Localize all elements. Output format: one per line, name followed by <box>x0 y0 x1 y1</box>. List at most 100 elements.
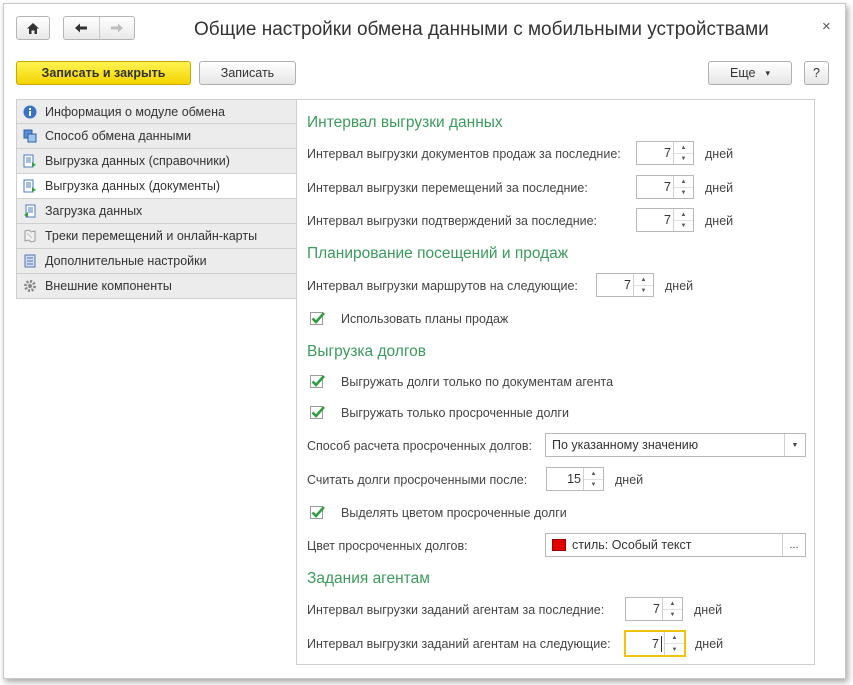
spin-buttons: ▲ ▼ <box>673 142 693 164</box>
sidebar-item-additional-settings[interactable]: Дополнительные настройки <box>16 249 297 274</box>
spin-down-icon[interactable]: ▼ <box>674 187 693 198</box>
gear-icon <box>23 279 37 293</box>
home-button[interactable] <box>16 16 50 40</box>
overdue-after-label: Считать долги просроченными после: <box>307 473 528 487</box>
close-icon[interactable]: × <box>822 18 831 35</box>
history-nav-group <box>63 16 135 40</box>
help-button[interactable]: ? <box>804 61 829 85</box>
sidebar-item-label: Выгрузка данных (справочники) <box>45 154 230 168</box>
routes-interval-label: Интервал выгрузки маршрутов на следующие… <box>307 279 578 293</box>
spin-down-icon[interactable]: ▼ <box>584 479 603 490</box>
more-button[interactable]: Еще ▾ <box>708 61 792 85</box>
only-overdue-checkbox[interactable] <box>310 406 325 419</box>
stepper-value: 7 <box>664 180 671 194</box>
confirmations-interval-stepper[interactable]: 7 ▲ ▼ <box>636 208 694 232</box>
unit-label: дней <box>695 637 724 651</box>
highlight-overdue-label[interactable]: Выделять цветом просроченные долги <box>341 506 567 520</box>
transfers-interval-stepper[interactable]: 7 ▲ ▼ <box>636 175 694 199</box>
sidebar-item-module-info[interactable]: Информация о модуле обмена <box>16 99 297 124</box>
sidebar-item-label: Способ обмена данными <box>45 129 192 143</box>
overdue-method-label: Способ расчета просроченных долгов: <box>307 439 532 453</box>
spin-up-icon[interactable]: ▲ <box>665 632 684 644</box>
more-label: Еще <box>730 66 756 80</box>
chevron-down-icon: ▾ <box>765 67 770 78</box>
overdue-color-field[interactable]: стиль: Особый текст ... <box>545 533 806 557</box>
checkmark-icon <box>311 312 325 324</box>
settings-panel: Интервал выгрузки данных Интервал выгруз… <box>296 99 815 665</box>
save-and-close-button[interactable]: Записать и закрыть <box>16 61 191 85</box>
home-icon <box>27 22 39 34</box>
forward-button[interactable] <box>100 17 135 39</box>
spin-down-icon[interactable]: ▼ <box>665 644 684 655</box>
spin-buttons: ▲ ▼ <box>673 209 693 231</box>
sidebar-item-label: Внешние компоненты <box>45 279 172 293</box>
exchange-icon <box>23 129 37 143</box>
tasks-next-stepper[interactable]: 7 ▲ ▼ <box>624 630 686 657</box>
arrow-left-icon <box>75 23 88 33</box>
select-value: По указанному значению <box>552 438 699 452</box>
section-title-tasks: Задания агентам <box>307 570 430 587</box>
checkmark-icon <box>311 506 325 518</box>
stepper-value: 7 <box>664 213 671 227</box>
info-icon <box>23 105 37 119</box>
sidebar-item-label: Загрузка данных <box>45 204 143 218</box>
spin-down-icon[interactable]: ▼ <box>663 609 682 620</box>
sales-docs-interval-stepper[interactable]: 7 ▲ ▼ <box>636 141 694 165</box>
checkmark-icon <box>311 406 325 418</box>
spin-down-icon[interactable]: ▼ <box>634 285 653 296</box>
unit-label: дней <box>694 603 723 617</box>
sidebar-item-tracks-maps[interactable]: Треки перемещений и онлайн-карты <box>16 224 297 249</box>
unit-label: дней <box>705 214 734 228</box>
unit-label: дней <box>705 181 734 195</box>
use-sales-plans-checkbox[interactable] <box>310 312 325 325</box>
section-title-debts: Выгрузка долгов <box>307 343 427 360</box>
sidebar-item-label: Информация о модуле обмена <box>45 104 225 119</box>
settings-window: Общие настройки обмена данными с мобильн… <box>3 3 846 679</box>
stepper-value: 7 <box>653 602 660 616</box>
text-cursor <box>661 636 662 652</box>
sidebar-item-import[interactable]: Загрузка данных <box>16 199 297 224</box>
confirmations-interval-label: Интервал выгрузки подтверждений за после… <box>307 214 598 228</box>
choose-color-button[interactable]: ... <box>782 534 805 556</box>
sidebar-item-external-components[interactable]: Внешние компоненты <box>16 274 297 299</box>
spin-buttons: ▲ ▼ <box>664 632 684 655</box>
agent-docs-debts-checkbox[interactable] <box>310 375 325 388</box>
map-icon <box>23 229 37 243</box>
spin-buttons: ▲ ▼ <box>583 468 603 490</box>
back-button[interactable] <box>64 17 100 39</box>
only-overdue-label[interactable]: Выгружать только просроченные долги <box>341 406 569 420</box>
spin-buttons: ▲ ▼ <box>673 176 693 198</box>
unit-label: дней <box>665 279 694 293</box>
export-documents-icon <box>23 179 37 193</box>
use-sales-plans-label[interactable]: Использовать планы продаж <box>341 312 508 326</box>
spin-down-icon[interactable]: ▼ <box>674 220 693 231</box>
export-catalogs-icon <box>23 154 37 168</box>
section-title-interval: Интервал выгрузки данных <box>307 114 503 131</box>
list-icon <box>23 254 37 268</box>
unit-label: дней <box>705 147 734 161</box>
agent-docs-debts-label[interactable]: Выгружать долги только по документам аге… <box>341 375 613 389</box>
sidebar-item-export-documents[interactable]: Выгрузка данных (документы) <box>16 174 297 199</box>
tasks-last-stepper[interactable]: 7 ▲ ▼ <box>625 597 683 621</box>
routes-interval-stepper[interactable]: 7 ▲ ▼ <box>596 273 654 297</box>
sidebar-item-label: Выгрузка данных (документы) <box>45 179 221 193</box>
sidebar-item-export-catalogs[interactable]: Выгрузка данных (справочники) <box>16 149 297 174</box>
spin-down-icon[interactable]: ▼ <box>674 153 693 164</box>
save-button[interactable]: Записать <box>199 61 296 85</box>
sidebar-item-label: Треки перемещений и онлайн-карты <box>45 229 258 243</box>
overdue-method-select[interactable]: По указанному значению ▼ <box>545 433 806 457</box>
color-value: стиль: Особый текст <box>572 538 692 552</box>
chevron-down-icon[interactable]: ▼ <box>784 434 805 456</box>
sidebar-nav: Информация о модуле обмена Способ обмена… <box>16 99 297 299</box>
sidebar-item-exchange-method[interactable]: Способ обмена данными <box>16 124 297 149</box>
stepper-value: 7 <box>652 637 659 651</box>
tasks-last-label: Интервал выгрузки заданий агентам за пос… <box>307 603 605 617</box>
window-title: Общие настройки обмена данными с мобильн… <box>194 19 769 40</box>
tasks-next-label: Интервал выгрузки заданий агентам на сле… <box>307 637 611 651</box>
highlight-overdue-checkbox[interactable] <box>310 506 325 519</box>
overdue-color-label: Цвет просроченных долгов: <box>307 539 468 553</box>
overdue-after-stepper[interactable]: 15 ▲ ▼ <box>546 467 604 491</box>
section-title-planning: Планирование посещений и продаж <box>307 245 569 262</box>
sidebar-item-label: Дополнительные настройки <box>45 254 207 268</box>
color-swatch <box>552 539 566 551</box>
